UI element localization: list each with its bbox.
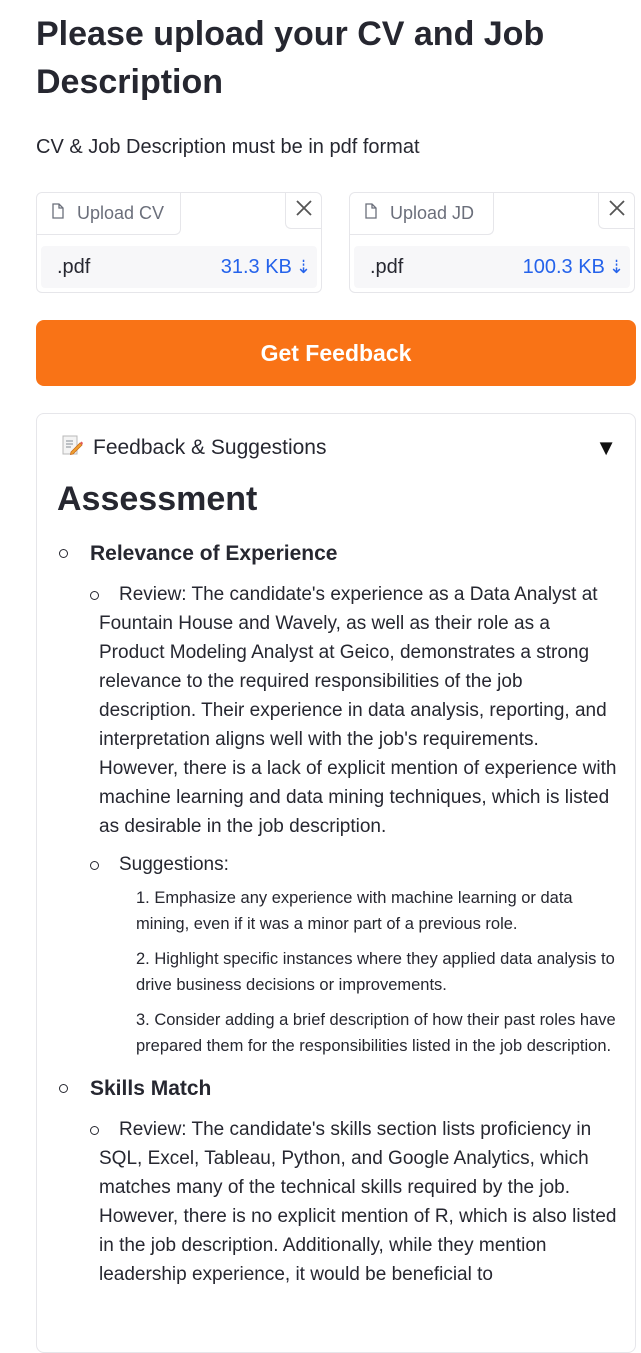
remove-jd-button[interactable] (598, 193, 634, 229)
expander-header[interactable]: Feedback & Suggestions ▼ (61, 431, 617, 465)
upload-cv-label: Upload CV (77, 203, 165, 223)
list-item: Skills Match Review: The candidate's ski… (57, 1075, 617, 1289)
memo-icon (61, 434, 93, 462)
page-subtitle: CV & Job Description must be in pdf form… (36, 136, 420, 158)
list-item: Relevance of Experience Review: The cand… (57, 540, 617, 1059)
caret-down-icon[interactable]: ▼ (595, 435, 617, 461)
close-icon (295, 199, 313, 222)
jd-download-link[interactable]: 100.3 KB ⇣ (523, 256, 624, 279)
suggestion-item: 2. Highlight specific instances where th… (136, 950, 615, 994)
upload-jd-label: Upload JD (390, 203, 475, 223)
review-text: Review: The candidate's skills section l… (99, 1119, 617, 1285)
list-item: Review: The candidate's skills section l… (90, 1115, 617, 1289)
assessment-heading: Assessment (57, 480, 258, 518)
jd-file-size: 100.3 KB (522, 255, 605, 278)
cv-file-name: .pdf (57, 255, 91, 278)
upload-jd-tab[interactable]: Upload JD (350, 193, 494, 235)
feedback-content: Assessment Relevance of Experience Revie… (57, 476, 617, 1305)
remove-cv-button[interactable] (285, 193, 321, 229)
expander-title: Feedback & Suggestions (93, 436, 327, 459)
jd-file-row: .pdf 100.3 KB ⇣ (354, 246, 630, 288)
cv-uploader: Upload CV .pdf 31.3 KB ⇣ (36, 192, 322, 293)
suggestions-list: 1. Emphasize any experience with machine… (99, 885, 617, 1059)
page-title: Please upload your CV and Job Descriptio… (36, 15, 545, 101)
get-feedback-button[interactable]: Get Feedback (36, 320, 636, 386)
suggestion-item: 3. Consider adding a brief description o… (136, 1011, 616, 1055)
section-details: Review: The candidate's skills section l… (90, 1115, 617, 1289)
feedback-expander: Feedback & Suggestions ▼ Assessment Rele… (36, 413, 636, 1353)
cv-download-link[interactable]: 31.3 KB ⇣ (221, 256, 311, 279)
upload-cv-tab[interactable]: Upload CV (37, 193, 181, 235)
list-item: Suggestions: 1. Emphasize any experience… (90, 850, 617, 1059)
file-icon (364, 203, 378, 224)
cv-file-size: 31.3 KB (220, 255, 292, 278)
review-text: Review: The candidate's experience as a … (99, 584, 617, 837)
assessment-list: Relevance of Experience Review: The cand… (57, 540, 617, 1289)
list-item: Review: The candidate's experience as a … (90, 580, 617, 841)
jd-file-name: .pdf (370, 255, 404, 278)
cv-file-row: .pdf 31.3 KB ⇣ (41, 246, 317, 288)
section-title: Skills Match (90, 1077, 212, 1100)
file-icon (51, 203, 65, 224)
download-icon: ⇣ (295, 256, 311, 277)
download-icon: ⇣ (608, 256, 624, 277)
section-title: Relevance of Experience (90, 542, 338, 565)
section-details: Review: The candidate's experience as a … (90, 580, 617, 1059)
suggestion-item: 1. Emphasize any experience with machine… (136, 889, 573, 933)
close-icon (608, 199, 626, 222)
suggestions-label: Suggestions: (119, 854, 229, 875)
jd-uploader: Upload JD .pdf 100.3 KB ⇣ (349, 192, 635, 293)
